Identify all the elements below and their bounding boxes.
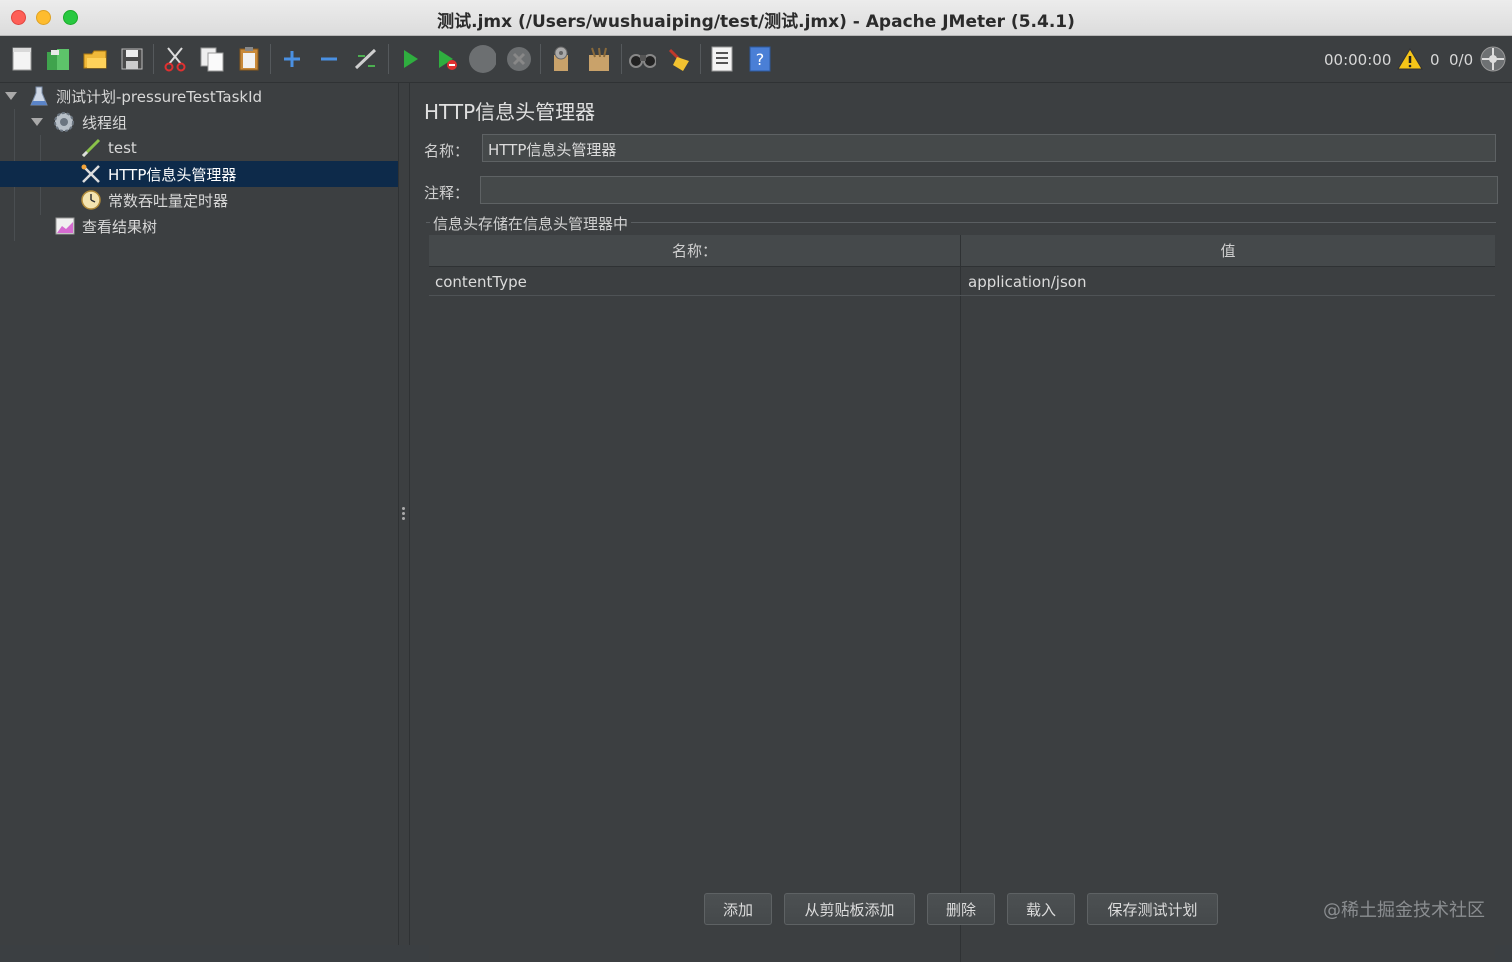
tree-expand-arrow[interactable] (31, 118, 43, 126)
save-icon[interactable] (118, 45, 146, 73)
divider-grip[interactable] (402, 517, 405, 520)
warning-count: 0 (1430, 50, 1440, 69)
cut-icon[interactable] (161, 45, 189, 73)
thread-group-icon (53, 111, 75, 133)
expand-icon[interactable] (278, 45, 306, 73)
divider-grip[interactable] (402, 512, 405, 515)
watermark: @稀土掘金技术社区 (1323, 900, 1485, 921)
load-button[interactable]: 载入 (1007, 893, 1075, 925)
column-separator (960, 235, 961, 962)
tree-item-label: HTTP信息头管理器 (108, 165, 237, 184)
toolbar-separator (153, 44, 154, 74)
title-bar: 测试.jmx (/Users/wushuaiping/test/测试.jmx) … (0, 0, 1512, 36)
tree-item-header-manager[interactable]: HTTP信息头管理器 (0, 161, 398, 187)
toolbar-separator (388, 44, 389, 74)
open-icon[interactable] (81, 45, 109, 73)
toggle-icon[interactable] (352, 45, 380, 73)
toolbar-separator (621, 44, 622, 74)
name-field[interactable]: HTTP信息头管理器 (482, 134, 1496, 162)
timer-icon (80, 189, 102, 211)
reset-search-icon[interactable] (665, 45, 693, 73)
add-from-clipboard-button[interactable]: 从剪贴板添加 (784, 893, 915, 925)
paste-icon[interactable] (235, 45, 263, 73)
tree-item-label: test (108, 139, 137, 157)
elapsed-timer: 00:00:00 (1324, 50, 1392, 69)
tree-item-results-tree[interactable]: 查看结果树 (0, 213, 398, 239)
warning-icon[interactable] (1396, 45, 1424, 73)
tree-item-thread-group[interactable]: 线程组 (0, 109, 398, 135)
new-icon[interactable] (8, 45, 36, 73)
search-icon[interactable] (628, 45, 656, 73)
comment-field[interactable] (480, 176, 1498, 204)
tree-item-label: 常数吞吐量定时器 (108, 191, 229, 210)
collapse-icon[interactable] (315, 45, 343, 73)
templates-icon[interactable] (44, 45, 72, 73)
headers-group-title: 信息头存储在信息头管理器中 (430, 213, 632, 234)
start-no-pauses-icon[interactable] (433, 45, 461, 73)
tree-item-label: 测试计划-pressureTestTaskId (56, 87, 263, 106)
toolbar-separator (700, 44, 701, 74)
help-icon[interactable]: ? (746, 45, 774, 73)
toolbar: ? 00:00:00 0 0/0 (0, 36, 1512, 83)
window-title: 测试.jmx (/Users/wushuaiping/test/测试.jmx) … (437, 12, 1075, 32)
active-threads: 0/0 (1449, 50, 1474, 69)
element-editor-panel: HTTP信息头管理器 名称： HTTP信息头管理器 注释： 信息头存储在信息头管… (410, 83, 1512, 962)
toolbar-separator (540, 44, 541, 74)
tree-item-timer[interactable]: 常数吞吐量定时器 (0, 187, 398, 213)
stop-icon[interactable] (468, 45, 496, 73)
tree-expand-arrow[interactable] (5, 92, 17, 100)
delete-button[interactable]: 删除 (927, 893, 995, 925)
clear-all-icon[interactable] (586, 45, 614, 73)
table-cell-name[interactable]: contentType (435, 273, 527, 291)
shutdown-icon[interactable] (505, 45, 533, 73)
comment-label: 注释： (424, 184, 470, 202)
toolbar-separator (270, 44, 271, 74)
copy-icon[interactable] (198, 45, 226, 73)
clear-icon[interactable] (548, 45, 576, 73)
tree-item-test-plan[interactable]: 测试计划-pressureTestTaskId (0, 83, 398, 109)
remote-status-icon (1479, 45, 1507, 73)
start-icon[interactable] (396, 45, 424, 73)
results-tree-icon (54, 215, 76, 237)
tree-item-label: 线程组 (82, 113, 128, 132)
test-plan-icon (28, 85, 50, 107)
test-plan-tree: 测试计划-pressureTestTaskId 线程组 test HTTP信息头… (0, 83, 398, 945)
function-helper-icon[interactable] (708, 45, 736, 73)
tree-item-sampler[interactable]: test (0, 135, 398, 161)
header-manager-icon (80, 163, 102, 185)
save-test-plan-button[interactable]: 保存测试计划 (1087, 893, 1218, 925)
panel-title: HTTP信息头管理器 (424, 100, 596, 124)
table-row-divider (429, 295, 1495, 296)
add-button[interactable]: 添加 (704, 893, 772, 925)
name-label: 名称： (424, 142, 470, 160)
divider-grip[interactable] (402, 507, 405, 510)
column-header-value[interactable]: 值 (961, 235, 1495, 267)
svg-text:?: ? (756, 50, 765, 69)
headers-table: 名称： 值 contentType application/json (429, 235, 1495, 962)
table-cell-value[interactable]: application/json (968, 273, 1086, 291)
tree-item-label: 查看结果树 (82, 217, 158, 236)
column-header-name[interactable]: 名称： (429, 235, 960, 267)
sampler-icon (80, 137, 102, 159)
